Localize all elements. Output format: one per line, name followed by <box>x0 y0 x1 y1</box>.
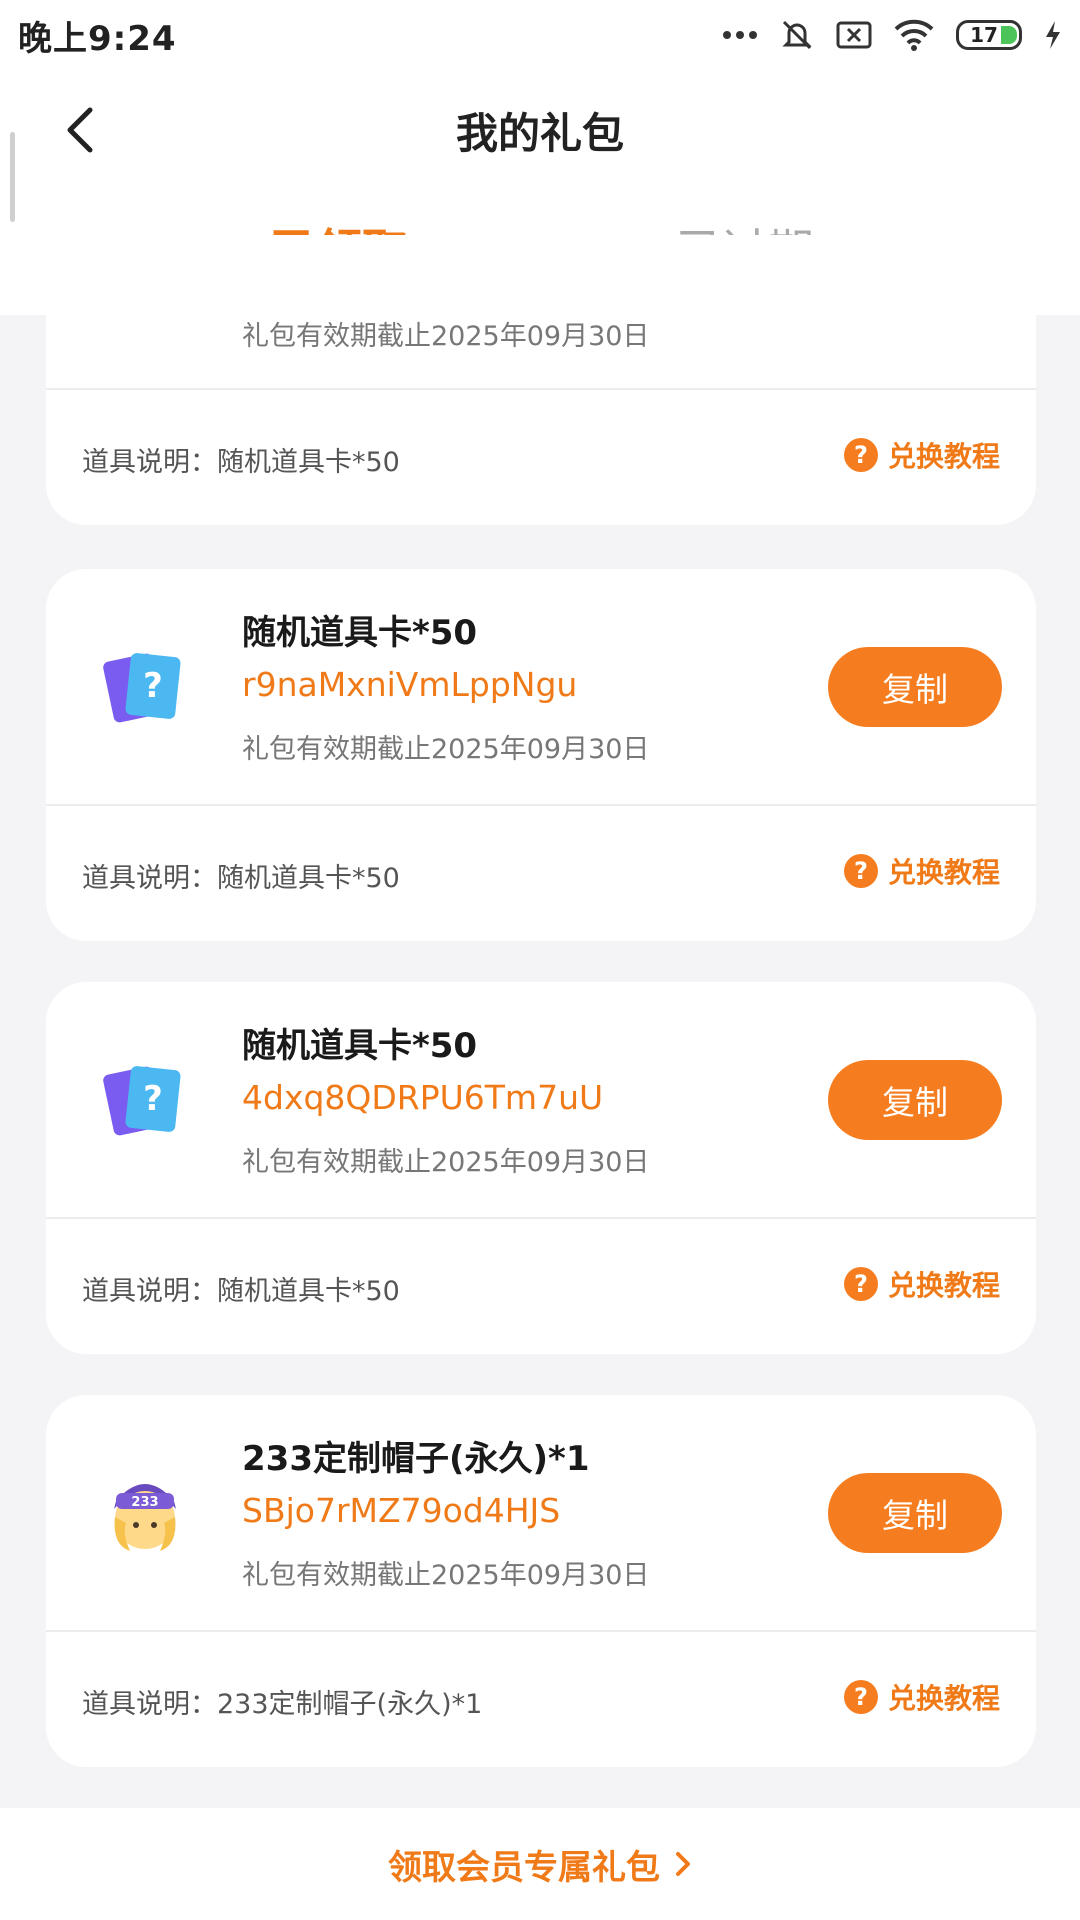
question-icon: ? <box>843 1267 878 1301</box>
charging-bolt-icon <box>1046 21 1060 49</box>
gift-expiry: 礼包有效期截止2025年09月30日 <box>242 321 650 352</box>
gift-card-top: ? 随机道具卡*50 4dxq8QDRPU6Tm7uU 礼包有效期截止2025年… <box>46 982 1036 1217</box>
tutorial-label: 兑换教程 <box>887 440 1000 473</box>
redeem-tutorial-link[interactable]: ? 兑换教程 <box>843 435 1000 475</box>
gift-code: SBjo7rMZ79od4HJS <box>242 1491 561 1530</box>
chevron-right-icon <box>676 1852 690 1876</box>
gift-card-top: 礼包有效期截止2025年09月30日 <box>46 235 1036 388</box>
svg-text:?: ? <box>143 666 163 706</box>
gift-name: 随机道具卡*50 <box>242 613 478 653</box>
copy-button[interactable]: 复制 <box>828 647 1002 727</box>
gift-card-top: 233 233定制帽子(永久)*1 SBjo7rMZ79od4HJS 礼包有效期… <box>46 1395 1036 1630</box>
gift-card: ? 随机道具卡*50 4dxq8QDRPU6Tm7uU 礼包有效期截止2025年… <box>46 982 1036 1354</box>
member-gift-link[interactable]: 领取会员专属礼包 <box>388 1840 692 1889</box>
svg-text:?: ? <box>143 1079 163 1119</box>
gift-description: 道具说明：随机道具卡*50 <box>82 447 400 478</box>
gift-card: 233 233定制帽子(永久)*1 SBjo7rMZ79od4HJS 礼包有效期… <box>46 1395 1036 1767</box>
more-dots-icon <box>723 31 757 39</box>
gift-card-bottom: 道具说明：随机道具卡*50 ? 兑换教程 <box>46 1219 1036 1354</box>
redeem-tutorial-link[interactable]: ? 兑换教程 <box>843 851 1000 891</box>
tutorial-label: 兑换教程 <box>887 1269 1000 1302</box>
question-icon: ? <box>843 1680 878 1714</box>
gift-expiry: 礼包有效期截止2025年09月30日 <box>242 1147 650 1178</box>
gift-expiry: 礼包有效期截止2025年09月30日 <box>242 734 650 765</box>
tutorial-label: 兑换教程 <box>887 856 1000 889</box>
gift-name: 随机道具卡*50 <box>242 1026 478 1066</box>
gift-code: r9naMxniVmLppNgu <box>242 665 578 704</box>
battery-level: 17 <box>970 23 998 47</box>
copy-button[interactable]: 复制 <box>828 1473 1002 1553</box>
card-stack-icon: ? <box>103 653 181 723</box>
sim-x-icon <box>836 21 872 49</box>
gift-card: ? 随机道具卡*50 r9naMxniVmLppNgu 礼包有效期截止2025年… <box>46 569 1036 941</box>
status-time: 晚上9:24 <box>18 18 177 59</box>
gift-card-bottom: 道具说明：随机道具卡*50 ? 兑换教程 <box>46 390 1036 525</box>
gift-card-top: ? 随机道具卡*50 r9naMxniVmLppNgu 礼包有效期截止2025年… <box>46 569 1036 804</box>
status-icons: 17 <box>722 18 1062 52</box>
gift-description: 道具说明：随机道具卡*50 <box>82 1276 400 1307</box>
redeem-tutorial-link[interactable]: ? 兑换教程 <box>843 1264 1000 1304</box>
tutorial-label: 兑换教程 <box>887 1682 1000 1715</box>
gift-card-bottom: 道具说明：随机道具卡*50 ? 兑换教程 <box>46 806 1036 941</box>
gift-description: 道具说明：233定制帽子(永久)*1 <box>82 1689 483 1720</box>
footer: 领取会员专属礼包 <box>0 1808 1080 1920</box>
question-icon: ? <box>843 438 878 472</box>
copy-button[interactable]: 复制 <box>828 1060 1002 1140</box>
gift-expiry: 礼包有效期截止2025年09月30日 <box>242 1560 650 1591</box>
bell-muted-icon <box>782 20 812 50</box>
card-stack-icon: ? <box>103 1066 181 1136</box>
gift-card-bottom: 道具说明：233定制帽子(永久)*1 ? 兑换教程 <box>46 1632 1036 1767</box>
question-icon: ? <box>843 854 878 888</box>
gift-name: 233定制帽子(永久)*1 <box>242 1439 590 1479</box>
avatar-hat-icon: 233 <box>114 1484 176 1551</box>
gift-card: 礼包有效期截止2025年09月30日 道具说明：随机道具卡*50 ? 兑换教程 <box>46 235 1036 525</box>
status-bar: 晚上9:24 17 <box>0 0 1080 70</box>
gift-description: 道具说明：随机道具卡*50 <box>82 863 400 894</box>
gift-code: 4dxq8QDRPU6Tm7uU <box>242 1078 604 1117</box>
wifi-icon <box>894 19 934 51</box>
page-title: 我的礼包 <box>455 109 624 158</box>
member-gift-label: 领取会员专属礼包 <box>388 1847 660 1888</box>
svg-text:233: 233 <box>131 1495 158 1510</box>
redeem-tutorial-link[interactable]: ? 兑换教程 <box>843 1677 1000 1717</box>
battery-icon: 17 <box>956 20 1022 50</box>
